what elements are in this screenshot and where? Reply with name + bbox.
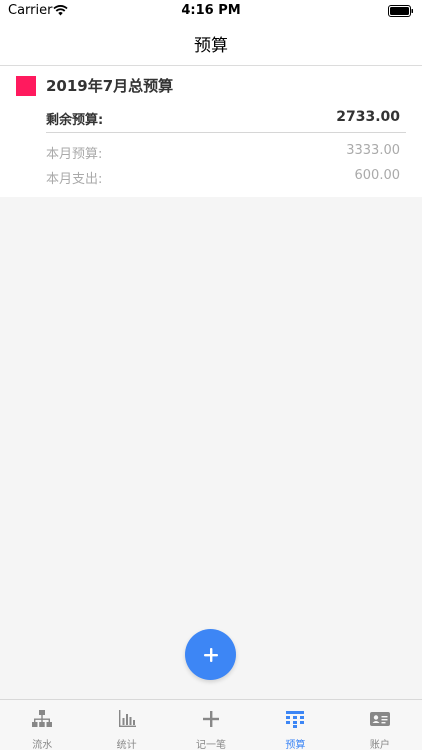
card-divider bbox=[46, 132, 406, 133]
tab-transactions[interactable]: 流水 bbox=[0, 700, 84, 750]
monthly-spent-value: 600.00 bbox=[354, 168, 401, 183]
bar-chart-icon bbox=[118, 710, 136, 727]
tab-label: 流水 bbox=[32, 740, 53, 750]
battery-icon bbox=[388, 5, 413, 17]
monthly-budget-card[interactable]: 2019年7月总预算 剩余预算: 2733.00 本月预算: 3333.00 本… bbox=[0, 66, 422, 197]
tab-add-record[interactable]: 记一笔 bbox=[169, 700, 253, 750]
tab-label: 账户 bbox=[369, 740, 390, 750]
navigation-bar: 预算 bbox=[0, 22, 422, 66]
tab-bar: 流水 统计 记一笔 预算 账户 bbox=[0, 699, 422, 750]
status-bar: Carrier 4:16 PM bbox=[0, 0, 422, 22]
remaining-budget-value: 2733.00 bbox=[336, 109, 400, 125]
id-card-icon bbox=[369, 712, 390, 726]
tab-label: 统计 bbox=[116, 740, 137, 750]
tab-label: 记一笔 bbox=[196, 740, 227, 750]
plus-icon bbox=[203, 647, 218, 662]
tab-statistics[interactable]: 统计 bbox=[84, 700, 168, 750]
monthly-budget-value: 3333.00 bbox=[346, 143, 400, 158]
budget-table-icon bbox=[286, 711, 305, 728]
monthly-spent-label: 本月支出: bbox=[46, 172, 103, 187]
add-budget-button[interactable] bbox=[185, 629, 236, 680]
page-title: 预算 bbox=[194, 36, 228, 56]
hierarchy-icon bbox=[32, 710, 53, 727]
remaining-budget-label: 剩余预算: bbox=[46, 113, 104, 128]
tab-accounts[interactable]: 账户 bbox=[338, 700, 422, 750]
tab-label: 预算 bbox=[285, 740, 306, 750]
budget-color-swatch bbox=[16, 76, 36, 96]
clock-label: 4:16 PM bbox=[181, 3, 241, 18]
budget-card-title: 2019年7月总预算 bbox=[46, 77, 174, 95]
plus-icon bbox=[203, 711, 220, 727]
monthly-budget-label: 本月预算: bbox=[46, 147, 103, 162]
tab-budget[interactable]: 预算 bbox=[253, 700, 337, 750]
